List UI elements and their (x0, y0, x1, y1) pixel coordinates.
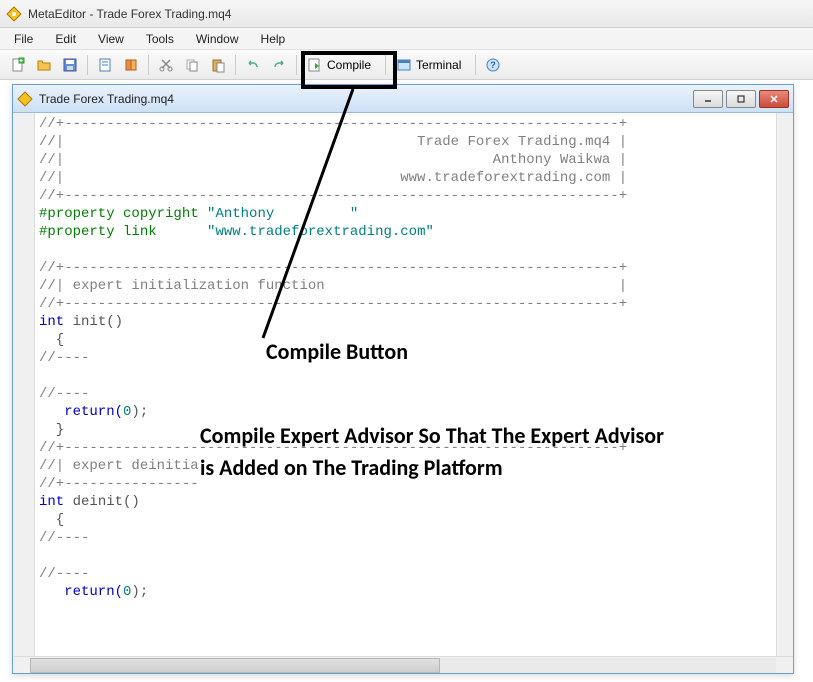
menu-file[interactable]: File (4, 30, 43, 48)
editor-area: //+-------------------------------------… (13, 113, 793, 656)
new-file-icon (10, 57, 26, 73)
menu-edit[interactable]: Edit (45, 30, 86, 48)
compile-button[interactable]: Compile (302, 53, 380, 77)
hscroll-track[interactable] (30, 658, 776, 673)
toolbar-separator (385, 55, 386, 75)
app-title: MetaEditor - Trade Forex Trading.mq4 (28, 7, 231, 21)
svg-text:?: ? (491, 60, 497, 70)
app-titlebar: MetaEditor - Trade Forex Trading.mq4 (0, 0, 813, 28)
save-button[interactable] (58, 53, 82, 77)
toolbar-separator (296, 55, 297, 75)
document-window: Trade Forex Trading.mq4 //+-------------… (12, 84, 794, 674)
close-button[interactable] (759, 90, 789, 108)
document-icon (97, 57, 113, 73)
document-title: Trade Forex Trading.mq4 (39, 92, 687, 106)
hscroll-thumb[interactable] (30, 658, 440, 673)
toolbar-separator (235, 55, 236, 75)
open-folder-icon (36, 57, 52, 73)
save-icon (62, 57, 78, 73)
cut-icon (158, 57, 174, 73)
minimize-button[interactable] (693, 90, 723, 108)
vertical-scrollbar[interactable] (776, 113, 793, 656)
copy-icon (184, 57, 200, 73)
terminal-label: Terminal (416, 58, 461, 72)
menu-help[interactable]: Help (251, 30, 296, 48)
redo-icon (271, 57, 287, 73)
cut-button[interactable] (154, 53, 178, 77)
app-icon (6, 6, 22, 22)
window-buttons (693, 90, 789, 108)
paste-icon (210, 57, 226, 73)
document-button[interactable] (93, 53, 117, 77)
editor-gutter (13, 113, 35, 656)
toolbar: Compile Terminal ? (0, 50, 813, 80)
undo-icon (245, 57, 261, 73)
document-titlebar: Trade Forex Trading.mq4 (13, 85, 793, 113)
menubar: File Edit View Tools Window Help (0, 28, 813, 50)
menu-view[interactable]: View (88, 30, 134, 48)
code-editor[interactable]: //+-------------------------------------… (35, 113, 776, 656)
maximize-button[interactable] (726, 90, 756, 108)
terminal-icon (396, 57, 412, 73)
book-icon (123, 57, 139, 73)
copy-button[interactable] (180, 53, 204, 77)
compile-label: Compile (327, 58, 371, 72)
compile-icon (307, 57, 323, 73)
help-icon: ? (485, 57, 501, 73)
menu-window[interactable]: Window (186, 30, 249, 48)
redo-button[interactable] (267, 53, 291, 77)
toolbar-separator (148, 55, 149, 75)
undo-button[interactable] (241, 53, 265, 77)
menu-tools[interactable]: Tools (136, 30, 184, 48)
help-button[interactable]: ? (481, 53, 505, 77)
paste-button[interactable] (206, 53, 230, 77)
toolbar-separator (475, 55, 476, 75)
toolbar-separator (87, 55, 88, 75)
book-button[interactable] (119, 53, 143, 77)
horizontal-scrollbar[interactable] (13, 656, 793, 673)
document-icon (17, 91, 33, 107)
terminal-button[interactable]: Terminal (391, 53, 470, 77)
open-file-button[interactable] (32, 53, 56, 77)
new-file-button[interactable] (6, 53, 30, 77)
